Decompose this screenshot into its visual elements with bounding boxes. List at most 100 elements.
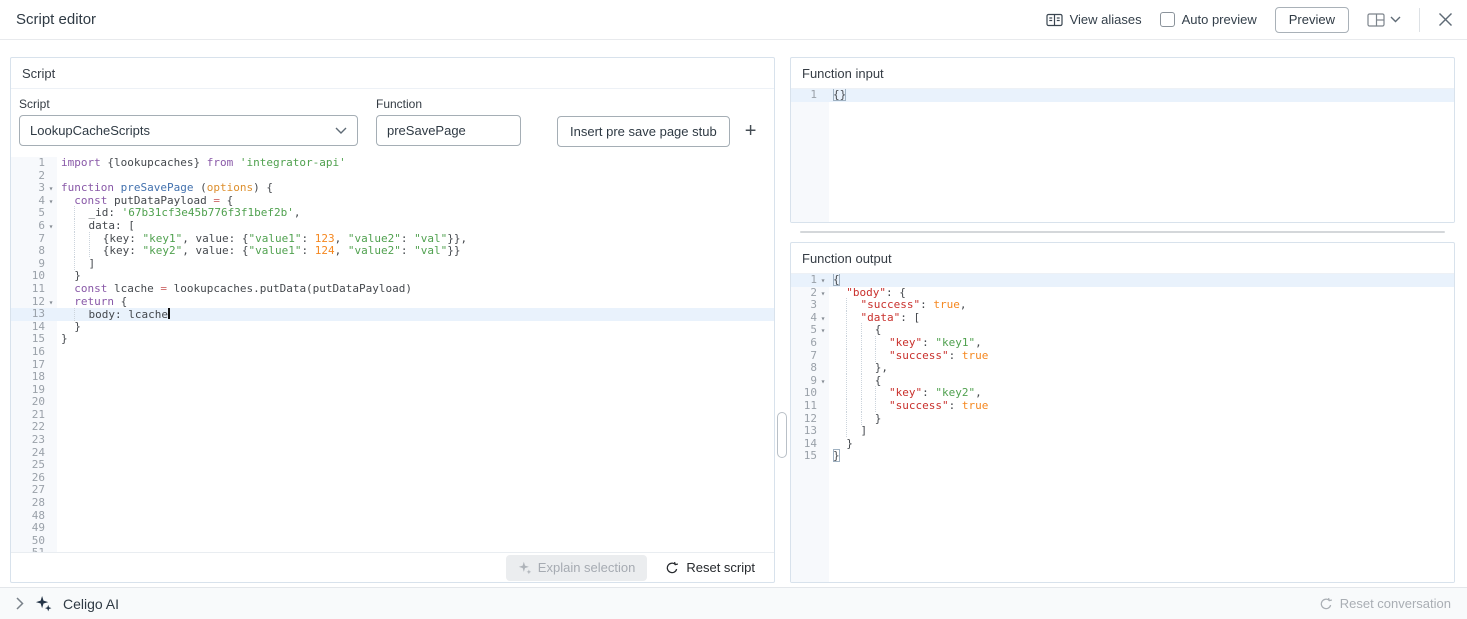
close-button[interactable] (1438, 12, 1453, 27)
function-input-editor[interactable]: 1{} (791, 89, 1454, 222)
explain-selection-label: Explain selection (538, 560, 636, 575)
fold-spacer (45, 472, 57, 485)
code-text (57, 497, 61, 510)
fold-spacer (45, 371, 57, 384)
script-code-editor[interactable]: 1import {lookupcaches} from 'integrator-… (11, 157, 774, 552)
celigo-ai-sparkle-icon (35, 595, 52, 612)
fold-arrow-icon[interactable]: ▾ (817, 312, 829, 325)
insert-stub-button[interactable]: Insert pre save page stub (557, 116, 730, 147)
auto-preview-checkbox[interactable] (1160, 12, 1175, 27)
function-input[interactable]: preSavePage (376, 115, 521, 146)
chevron-down-icon (335, 127, 347, 135)
fold-spacer (45, 497, 57, 510)
fold-spacer (45, 535, 57, 548)
view-aliases-label: View aliases (1070, 12, 1142, 27)
line-number: 3▾ (11, 182, 57, 195)
fold-arrow-icon[interactable]: ▾ (817, 274, 829, 287)
fold-spacer (45, 258, 57, 271)
fold-spacer (45, 459, 57, 472)
code-line: 27 (11, 484, 774, 497)
layout-switcher-button[interactable] (1367, 13, 1401, 27)
code-line: 26 (11, 472, 774, 485)
code-line: 50 (11, 535, 774, 548)
fold-arrow-icon[interactable]: ▾ (45, 220, 57, 233)
code-text (57, 447, 61, 460)
reset-script-button[interactable]: Reset script (655, 555, 765, 581)
auto-preview-toggle[interactable]: Auto preview (1160, 12, 1257, 27)
code-line: 1{} (791, 89, 1454, 102)
code-text (57, 421, 61, 434)
fold-spacer (45, 384, 57, 397)
script-field: Script LookupCacheScripts (19, 97, 358, 146)
reset-conversation-button[interactable]: Reset conversation (1319, 596, 1451, 611)
horizontal-resize-handle[interactable] (800, 231, 1445, 233)
code-line: 8 }, (791, 362, 1454, 375)
function-input-value: preSavePage (387, 123, 466, 138)
fold-spacer (817, 387, 829, 400)
fold-spacer (45, 396, 57, 409)
line-number: 13 (791, 425, 829, 438)
code-line: 20 (11, 396, 774, 409)
fold-spacer (45, 484, 57, 497)
code-text (57, 547, 61, 552)
line-number: 1 (11, 157, 57, 170)
code-text (57, 522, 61, 535)
code-line: 51 (11, 547, 774, 552)
fold-arrow-icon[interactable]: ▾ (817, 287, 829, 300)
code-line: 7 "success": true (791, 350, 1454, 363)
line-number: 8 (791, 362, 829, 375)
fold-spacer (817, 337, 829, 350)
line-number: 16 (11, 346, 57, 359)
code-line: 8 {key: "key2", value: {"value1": 124, "… (11, 245, 774, 258)
line-number: 7 (11, 233, 57, 246)
reset-icon (665, 561, 679, 575)
code-line: 17 (11, 359, 774, 372)
script-editor-window: Script editor View aliases Auto (0, 0, 1467, 619)
code-line: 28 (11, 497, 774, 510)
fold-spacer (817, 89, 829, 102)
fold-spacer (817, 450, 829, 463)
code-text: } (829, 450, 840, 463)
fold-spacer (817, 413, 829, 426)
add-script-button[interactable]: + (745, 116, 757, 147)
function-output-editor[interactable]: 1▾{2▾ "body": {3 "success": true,4▾ "dat… (791, 274, 1454, 582)
function-input-panel: Function input 1{} (790, 57, 1455, 223)
fold-arrow-icon[interactable]: ▾ (817, 324, 829, 337)
topbar: Script editor View aliases Auto (0, 0, 1467, 40)
code-line: 25 (11, 459, 774, 472)
reset-script-label: Reset script (686, 560, 755, 575)
code-text (57, 459, 61, 472)
fold-spacer (45, 233, 57, 246)
code-text: {} (829, 89, 846, 102)
code-line: 1import {lookupcaches} from 'integrator-… (11, 157, 774, 170)
code-line: 49 (11, 522, 774, 535)
script-select-value: LookupCacheScripts (30, 123, 150, 138)
fold-spacer (45, 359, 57, 372)
fold-arrow-icon[interactable]: ▾ (45, 195, 57, 208)
reset-icon (1319, 597, 1333, 611)
code-line: 13 ] (791, 425, 1454, 438)
vertical-resize-handle[interactable] (777, 412, 787, 458)
fold-spacer (45, 447, 57, 460)
fold-spacer (817, 425, 829, 438)
code-text (57, 384, 61, 397)
fold-spacer (45, 510, 57, 523)
line-number: 1▾ (791, 274, 829, 287)
script-panel-title: Script (11, 58, 774, 89)
view-aliases-button[interactable]: View aliases (1046, 12, 1142, 27)
fold-arrow-icon[interactable]: ▾ (45, 296, 57, 309)
celigo-ai-expander[interactable]: Celigo AI (16, 595, 119, 612)
code-line: 24 (11, 447, 774, 460)
code-line: 4▾ "data": [ (791, 312, 1454, 325)
code-line: 21 (11, 409, 774, 422)
line-number: 51 (11, 547, 57, 552)
fold-spacer (45, 434, 57, 447)
script-select[interactable]: LookupCacheScripts (19, 115, 358, 146)
code-text: "success": true (829, 400, 988, 413)
explain-selection-button[interactable]: Explain selection (506, 555, 648, 581)
code-line: 18 (11, 371, 774, 384)
fold-arrow-icon[interactable]: ▾ (45, 182, 57, 195)
function-output-title: Function output (791, 243, 1454, 274)
fold-arrow-icon[interactable]: ▾ (817, 375, 829, 388)
preview-button[interactable]: Preview (1275, 7, 1349, 33)
